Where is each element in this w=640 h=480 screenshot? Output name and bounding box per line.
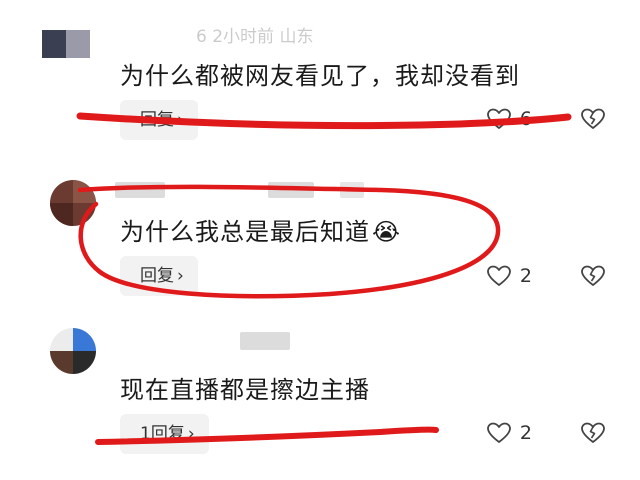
- comment-text: 为什么我总是最后知道😭: [120, 212, 401, 247]
- comment-1: 6 2小时前 山东 为什么都被网友看见了，我却没看到 回复 › 6: [0, 0, 640, 160]
- heart-outline-icon[interactable]: [486, 264, 512, 288]
- blurred-username: [115, 182, 165, 198]
- reply-button[interactable]: 回复 ›: [120, 256, 198, 296]
- comment-text-content: 为什么我总是最后知道: [120, 218, 370, 246]
- comment-actions: 2: [486, 261, 606, 291]
- blurred-meta: [268, 182, 314, 198]
- broken-heart-icon[interactable]: [580, 421, 606, 445]
- blurred-username: [240, 332, 290, 350]
- comment-actions: 6: [486, 104, 606, 134]
- reply-button[interactable]: 回复 ›: [120, 100, 198, 140]
- broken-heart-icon[interactable]: [580, 107, 606, 131]
- heart-outline-icon[interactable]: [486, 421, 512, 445]
- chevron-right-icon: ›: [177, 110, 184, 130]
- comment-meta: 6 2小时前 山东: [196, 27, 314, 47]
- broken-heart-icon[interactable]: [580, 264, 606, 288]
- comment-actions: 2: [486, 418, 606, 448]
- comment-2: 为什么我总是最后知道😭 回复 › 2: [0, 160, 640, 320]
- chevron-right-icon: ›: [177, 266, 184, 286]
- crying-emoji: 😭: [372, 218, 402, 246]
- like-count: 6: [519, 108, 532, 130]
- comment-3: 现在直播都是擦边主播 1回复 › 2: [0, 320, 640, 480]
- avatar[interactable]: [42, 30, 90, 58]
- comment-text: 现在直播都是擦边主播: [120, 376, 370, 404]
- like-count: 2: [519, 422, 532, 444]
- avatar[interactable]: [50, 328, 96, 374]
- reply-label: 1回复: [140, 424, 185, 444]
- chevron-right-icon: ›: [187, 424, 195, 444]
- heart-outline-icon[interactable]: [486, 107, 512, 131]
- reply-label: 回复: [140, 110, 174, 130]
- reply-label: 回复: [140, 266, 174, 286]
- blurred-meta: [340, 182, 364, 198]
- like-count: 2: [519, 265, 532, 287]
- avatar[interactable]: [50, 180, 96, 226]
- reply-button[interactable]: 1回复 ›: [120, 414, 209, 454]
- comment-text: 为什么都被网友看见了，我却没看到: [120, 62, 520, 90]
